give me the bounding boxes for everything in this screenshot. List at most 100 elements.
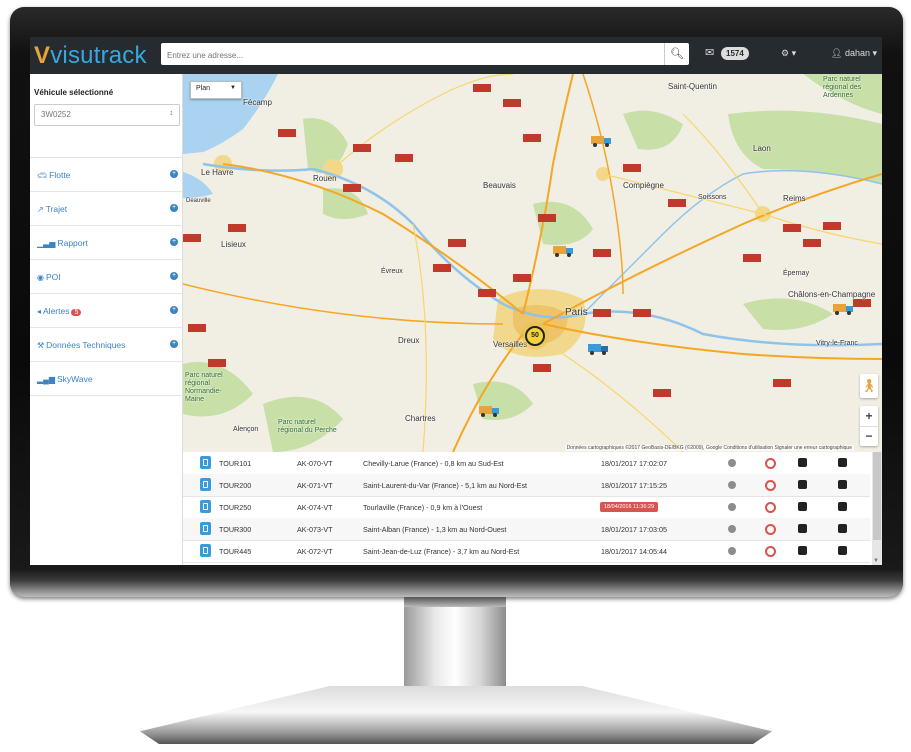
sidebar: Véhicule sélectionné 3W0252 ↕ 🚗︎ Flotte +… — [30, 74, 183, 565]
truck-marker-icon[interactable] — [588, 342, 610, 356]
table-row[interactable]: TOUR250 AK-074-VT Tourlaville (France) -… — [183, 496, 870, 519]
sidebar-item-donnees-techniques[interactable]: ⚒ Données Techniques + — [30, 328, 182, 362]
map-label-reims: Reims — [783, 194, 806, 203]
truck-marker-icon[interactable] — [553, 244, 575, 258]
sidebar-item-label: Flotte — [49, 170, 71, 180]
ban-icon[interactable] — [765, 502, 776, 513]
vehicle-select-value: 3W0252 — [41, 110, 71, 119]
zoom-out-button[interactable]: − — [860, 426, 878, 446]
bar-chart-icon: ▁▃▅ — [37, 239, 56, 248]
truck-marker-icon[interactable] — [591, 134, 613, 148]
table-row[interactable]: TOUR445 AK-072-VT Saint-Jean-de-Luz (Fra… — [183, 540, 870, 563]
user-name: dahan — [844, 48, 870, 58]
address-search-input[interactable] — [165, 45, 659, 65]
scroll-down-arrow-icon[interactable]: ▼ — [873, 558, 879, 564]
sidebar-item-trajet[interactable]: ↗ Trajet + — [30, 192, 182, 226]
map-label-le-havre: Le Havre — [201, 168, 234, 177]
vehicle-name: TOUR200 — [219, 481, 252, 490]
zoom-in-button[interactable]: + — [860, 406, 878, 427]
vehicle-select[interactable]: 3W0252 ↕ — [34, 104, 180, 126]
sidebar-item-label: SkyWave — [56, 374, 93, 384]
map-label-beauvais: Beauvais — [483, 181, 516, 190]
sidebar-item-label: POI — [45, 272, 61, 282]
truck-marker-icon[interactable] — [479, 404, 501, 418]
ban-icon[interactable] — [765, 458, 776, 469]
plus-square-icon[interactable] — [838, 502, 847, 511]
ban-icon[interactable] — [765, 524, 776, 535]
expand-icon[interactable]: + — [170, 238, 178, 246]
plus-square-icon[interactable] — [798, 502, 807, 511]
user-caret-icon: ▾ — [872, 48, 878, 58]
map-label-rouen: Rouen — [313, 174, 337, 183]
car-icon — [200, 500, 211, 513]
search-button[interactable]: 🔍︎ — [664, 43, 689, 65]
plus-square-icon[interactable] — [838, 480, 847, 489]
expand-icon[interactable]: + — [170, 340, 178, 348]
ban-icon[interactable] — [765, 546, 776, 557]
vehicle-cluster-marker[interactable]: 50 — [521, 322, 549, 350]
sidebar-item-label: Données Techniques — [46, 340, 126, 350]
table-row[interactable]: TOUR200 AK-071-VT Saint-Laurent-du-Var (… — [183, 474, 870, 497]
vehicle-plate: AK-070-VT — [297, 459, 333, 468]
table-row[interactable]: TOUR300 AK-073-VT Saint-Alban (France) -… — [183, 518, 870, 541]
plus-square-icon[interactable] — [798, 546, 807, 555]
monitor-stand-neck — [404, 597, 506, 691]
expand-icon[interactable]: + — [170, 204, 178, 212]
plus-square-icon[interactable] — [838, 546, 847, 555]
vehicle-name: TOUR250 — [219, 503, 252, 512]
brand-name: visutrack — [50, 42, 147, 69]
plus-square-icon[interactable] — [838, 458, 847, 467]
map-view[interactable]: Plan ▼ Fécamp Le Havre Deauville Rouen L… — [183, 74, 882, 452]
sidebar-item-flotte[interactable]: 🚗︎ Flotte + — [30, 158, 182, 192]
vehicle-table: TOUR101 AK-070-VT Chevilly-Larue (France… — [183, 452, 882, 565]
message-count-badge[interactable]: 1574 — [721, 47, 749, 60]
sidebar-item-rapport[interactable]: ▁▃▅ Rapport + — [30, 226, 182, 260]
chevron-down-icon: ▼ — [230, 85, 236, 91]
street-view-pegman-icon[interactable]: 🚶︎ — [860, 374, 878, 398]
plus-square-icon[interactable] — [798, 480, 807, 489]
truck-marker-icon[interactable] — [833, 302, 855, 316]
map-label-pnr-perche: Parc naturel régional du Perche — [278, 419, 337, 434]
map-label-saint-quentin: Saint-Quentin — [668, 82, 717, 91]
status-dot-icon — [728, 459, 736, 467]
car-icon: 🚗︎ — [37, 171, 48, 180]
expand-icon[interactable]: + — [170, 272, 178, 280]
plus-square-icon[interactable] — [798, 524, 807, 533]
user-menu[interactable]: 👤︎ dahan ▾ — [831, 46, 877, 60]
vehicle-plate: AK-072-VT — [297, 547, 333, 556]
wrench-icon: ⚒ — [37, 341, 45, 350]
vehicle-datetime: 18/01/2017 17:15:25 — [601, 481, 667, 490]
table-scrollbar[interactable]: ▼ — [872, 452, 882, 565]
scrollbar-thumb[interactable] — [873, 452, 881, 540]
brand-logo[interactable]: Vvisutrack — [34, 42, 147, 70]
monitor-chin — [10, 569, 903, 597]
map-type-select[interactable]: Plan ▼ — [190, 81, 242, 99]
map-marker-icon: ◉ — [37, 273, 44, 282]
car-icon — [200, 522, 211, 535]
expand-icon[interactable]: + — [170, 170, 178, 178]
map-tiles — [183, 74, 882, 452]
vehicle-location: Tourlaville (France) - 0,9 km à l'Ouest — [363, 503, 483, 512]
selected-vehicle-label: Véhicule sélectionné — [34, 88, 114, 97]
sidebar-item-label: Rapport — [57, 238, 88, 248]
plus-square-icon[interactable] — [798, 458, 807, 467]
envelope-icon[interactable]: ✉ — [705, 46, 714, 60]
map-attribution[interactable]: Données cartographiques ©2017 GeoBasis-D… — [564, 445, 854, 451]
table-row[interactable]: TOUR101 AK-070-VT Chevilly-Larue (France… — [183, 452, 870, 475]
vehicle-plate: AK-073-VT — [297, 525, 333, 534]
sidebar-item-poi[interactable]: ◉ POI + — [30, 260, 182, 294]
settings-menu[interactable]: ⚙ ▾ — [781, 46, 796, 60]
map-label-laon: Laon — [753, 144, 771, 153]
plus-square-icon[interactable] — [838, 524, 847, 533]
status-dot-icon — [728, 503, 736, 511]
ban-icon[interactable] — [765, 480, 776, 491]
expand-icon[interactable]: + — [170, 306, 178, 314]
sidebar-item-alertes[interactable]: ◂ Alertes 5 + — [30, 294, 182, 328]
sidebar-item-skywave[interactable]: ▂▄▆ SkyWave — [30, 362, 182, 396]
map-label-vitry: Vitry-le-Franc — [816, 340, 858, 347]
map-label-compiegne: Compiègne — [623, 181, 664, 190]
vehicle-location: Saint-Laurent-du-Var (France) - 5,1 km a… — [363, 481, 528, 490]
map-label-epernay: Épernay — [783, 270, 810, 277]
car-icon — [200, 456, 211, 469]
map-label-fecamp: Fécamp — [243, 98, 272, 107]
